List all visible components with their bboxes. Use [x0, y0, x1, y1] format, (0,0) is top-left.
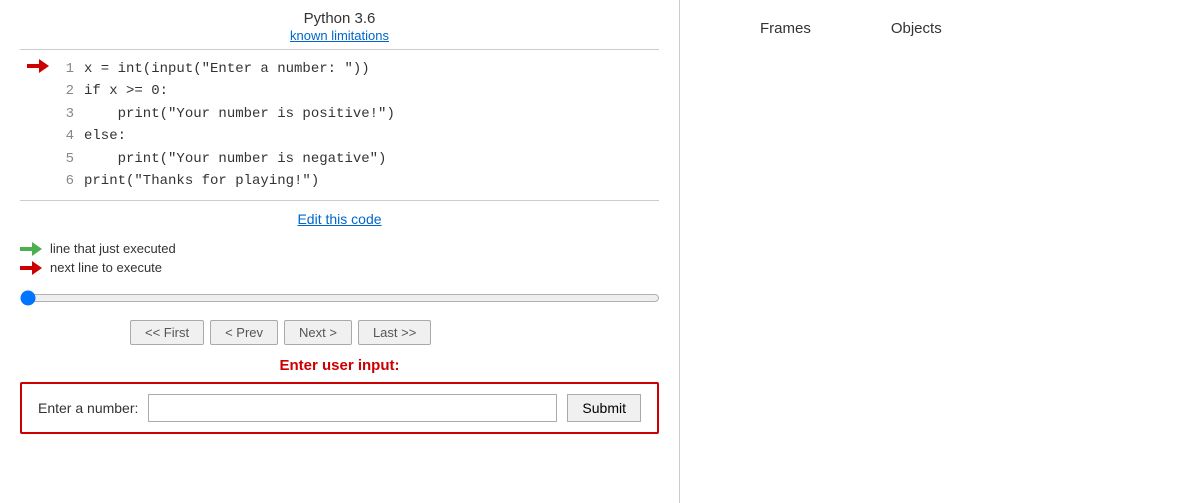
code-text-3: print("Your number is positive!") — [84, 103, 395, 125]
next-button[interactable]: Next > — [284, 320, 352, 345]
code-text-4: else: — [84, 125, 126, 147]
slider-container — [20, 289, 659, 310]
right-header: Frames Objects — [700, 10, 1180, 47]
code-text-2: if x >= 0: — [84, 80, 168, 102]
frames-label: Frames — [760, 20, 811, 37]
code-line-6: 6 print("Thanks for playing!") — [20, 170, 659, 192]
red-arrow-line1 — [24, 58, 52, 80]
known-limitations-link[interactable]: known limitations — [290, 28, 389, 43]
nav-buttons: << First < Prev Next > Last >> — [130, 320, 659, 345]
linenum-6: 6 — [52, 170, 74, 192]
legend: line that just executed next line to exe… — [20, 241, 659, 275]
input-area: Enter a number: Submit — [20, 382, 659, 434]
legend-green-label: line that just executed — [50, 241, 176, 256]
code-line-3: 3 print("Your number is positive!") — [20, 103, 659, 125]
last-button[interactable]: Last >> — [358, 320, 431, 345]
edit-link-container: Edit this code — [20, 211, 659, 227]
code-block: 1 x = int(input("Enter a number: ")) 2 i… — [20, 49, 659, 201]
legend-red-item: next line to execute — [20, 260, 659, 275]
number-input[interactable] — [148, 394, 557, 422]
objects-label: Objects — [891, 20, 942, 37]
legend-green-arrow-icon — [20, 243, 42, 255]
linenum-4: 4 — [52, 125, 74, 147]
code-line-1: 1 x = int(input("Enter a number: ")) — [20, 58, 659, 80]
linenum-5: 5 — [52, 148, 74, 170]
linenum-1: 1 — [52, 58, 74, 80]
python-version-title: Python 3.6 — [20, 10, 659, 27]
legend-green-item: line that just executed — [20, 241, 659, 256]
first-button[interactable]: << First — [130, 320, 204, 345]
code-text-6: print("Thanks for playing!") — [84, 170, 319, 192]
legend-red-label: next line to execute — [50, 260, 162, 275]
left-panel: Python 3.6 known limitations 1 x = int(i… — [0, 0, 680, 503]
enter-number-label: Enter a number: — [38, 400, 138, 416]
submit-button[interactable]: Submit — [567, 394, 641, 422]
user-input-label: Enter user input: — [20, 357, 659, 374]
prev-button[interactable]: < Prev — [210, 320, 278, 345]
code-header: Python 3.6 known limitations — [20, 10, 659, 43]
code-line-4: 4 else: — [20, 125, 659, 147]
legend-red-arrow-icon — [20, 262, 42, 274]
linenum-2: 2 — [52, 80, 74, 102]
right-panel: Frames Objects — [680, 0, 1200, 503]
code-line-5: 5 print("Your number is negative") — [20, 148, 659, 170]
edit-this-code-link[interactable]: Edit this code — [297, 211, 381, 227]
linenum-3: 3 — [52, 103, 74, 125]
step-slider[interactable] — [20, 289, 660, 307]
code-text-5: print("Your number is negative") — [84, 148, 386, 170]
code-text-1: x = int(input("Enter a number: ")) — [84, 58, 370, 80]
code-line-2: 2 if x >= 0: — [20, 80, 659, 102]
